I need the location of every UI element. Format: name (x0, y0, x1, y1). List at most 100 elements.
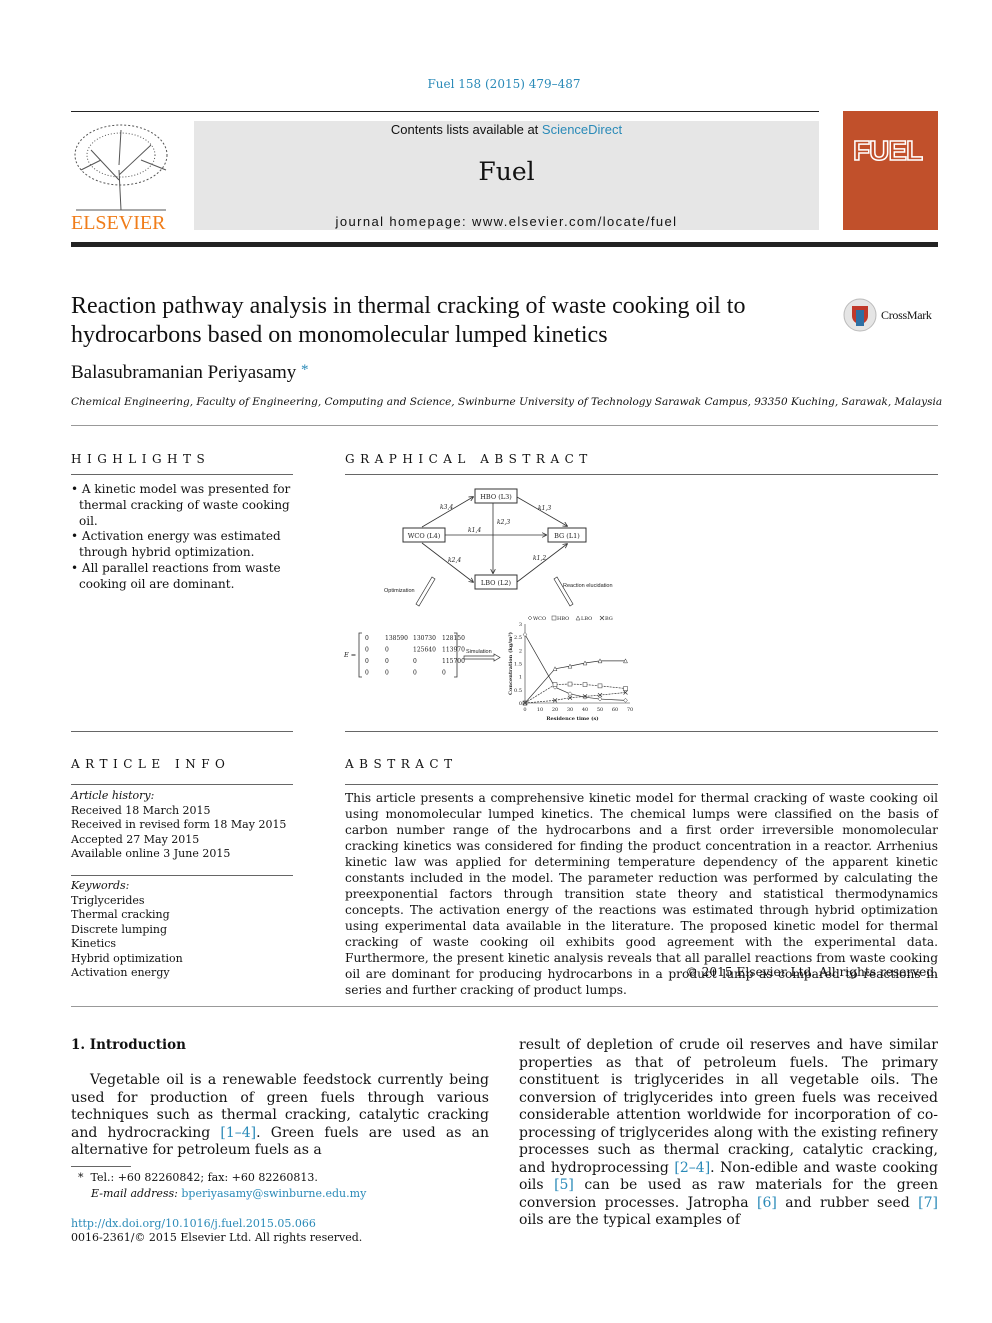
keyword: Hybrid optimization (71, 951, 183, 965)
divider (71, 425, 938, 426)
author-footnote-link[interactable]: * (301, 362, 309, 378)
divider (71, 1006, 938, 1007)
intro-text: and rubber seed (776, 1194, 919, 1211)
highlight-text: All parallel reactions from waste cookin… (79, 560, 281, 591)
matrix-label: E = (343, 651, 356, 659)
section-heading: 1. Introduction (71, 1037, 186, 1053)
x-tick-label: 70 (627, 707, 633, 713)
y-tick-label: 2.5 (514, 635, 522, 641)
graphical-abstract-heading: GRAPHICAL ABSTRACT (345, 452, 593, 466)
divider (71, 875, 293, 876)
y-tick-label: 1 (519, 675, 522, 681)
matrix-cell: 138590 (385, 635, 408, 642)
journal-homepage[interactable]: journal homepage: www.elsevier.com/locat… (194, 214, 819, 229)
history-item: Available online 3 June 2015 (71, 847, 231, 860)
data-point (599, 615, 605, 621)
issn-copyright: 0016-2361/© 2015 Elsevier Ltd. All right… (71, 1231, 363, 1244)
optimization-arrow (415, 576, 436, 607)
affiliation: Chemical Engineering, Faculty of Enginee… (71, 396, 943, 408)
abstract-heading: ABSTRACT (345, 757, 458, 771)
journal-banner: Contents lists available at ScienceDirec… (194, 121, 819, 230)
highlight-text: A kinetic model was presented for therma… (79, 482, 291, 528)
edge-k23: k2,3 (497, 519, 510, 526)
data-point (623, 698, 628, 703)
journal-name: Fuel (478, 157, 535, 186)
y-tick-label: 0.5 (514, 688, 522, 694)
journal-cover: FUEL (843, 111, 938, 230)
doi-link[interactable]: http://dx.doi.org/10.1016/j.fuel.2015.05… (71, 1217, 316, 1232)
divider (71, 784, 293, 785)
x-tick-label: 40 (582, 707, 588, 713)
intro-paragraph-continued: result of depletion of crude oil reserve… (519, 1037, 938, 1230)
contents-prefix: Contents lists available at (390, 122, 542, 137)
article-history: Article history: Received 18 March 2015 … (71, 789, 293, 862)
legend-label: BG (605, 616, 613, 622)
data-point (623, 686, 628, 691)
keyword: Thermal cracking (71, 908, 170, 921)
page: Fuel 158 (2015) 479–487 ELSEVIER Content… (0, 0, 992, 1323)
edge-k12: k1,2 (533, 555, 546, 562)
legend-label: WCO (533, 616, 546, 622)
journal-citation-link[interactable]: Fuel 158 (2015) 479–487 (0, 77, 992, 91)
matrix-cell: 0 (365, 670, 369, 677)
reference-link[interactable]: [5] (554, 1177, 574, 1193)
keywords: Keywords: Triglycerides Thermal cracking… (71, 879, 293, 981)
sciencedirect-link[interactable]: ScienceDirect (542, 122, 622, 137)
divider (345, 731, 938, 732)
intro-text: result of depletion of crude oil reserve… (519, 1037, 938, 1176)
history-label: Article history: (71, 789, 155, 802)
divider (345, 474, 938, 475)
reference-link[interactable]: [6] (757, 1195, 777, 1211)
x-tick-label: 10 (537, 707, 543, 713)
highlight-text: Activation energy was estimated through … (79, 529, 281, 560)
matrix-cell: 0 (385, 658, 389, 665)
cover-title: FUEL (852, 134, 924, 167)
matrix-cell: 0 (365, 658, 369, 665)
reference-link[interactable]: [1–4] (220, 1125, 256, 1141)
footnote-divider (71, 1166, 131, 1167)
divider (345, 784, 938, 785)
edge-k24: k2,4 (448, 557, 461, 564)
keyword: Triglycerides (71, 893, 145, 907)
crossmark-label: CrossMark (881, 307, 932, 322)
x-tick-label: 0 (523, 707, 526, 713)
divider (71, 111, 819, 112)
x-tick-label: 20 (552, 707, 558, 713)
matrix-cell: 128150 (442, 635, 465, 642)
matrix-cell: 115700 (442, 658, 465, 665)
x-axis-label: Residence time (s) (546, 715, 598, 722)
elsevier-logo-text: ELSEVIER (71, 212, 166, 234)
legend-label: LBO (581, 616, 592, 622)
data-point (552, 682, 558, 687)
elsevier-tree-logo (74, 124, 168, 211)
y-axis-label: Concentration (kg/m³) (507, 632, 514, 695)
node-bg-label: BG (L1) (554, 532, 580, 540)
highlight-item: • All parallel reactions from waste cook… (71, 560, 281, 591)
reference-link[interactable]: [2–4] (674, 1160, 710, 1176)
simulation-label: Simulation (466, 649, 492, 655)
node-lbo-label: LBO (L2) (481, 579, 512, 587)
intro-text: oils are the typical examples of (519, 1212, 741, 1228)
crossmark-button[interactable]: CrossMark (843, 298, 932, 332)
reference-link[interactable]: [7] (918, 1195, 938, 1211)
data-point (522, 632, 528, 637)
x-tick-label: 30 (567, 707, 573, 713)
x-tick-label: 60 (612, 707, 618, 713)
intro-paragraph: Vegetable oil is a renewable feedstock c… (71, 1072, 489, 1160)
data-point (567, 691, 573, 697)
keywords-label: Keywords: (71, 879, 130, 892)
matrix-cell: 0 (365, 647, 369, 654)
y-tick-label: 3 (519, 622, 522, 628)
highlights-list: • A kinetic model was presented for ther… (71, 482, 296, 593)
series-line-wco (524, 634, 626, 701)
y-tick-label: 2 (519, 648, 522, 654)
email-link[interactable]: bperiyasamy@swinburne.edu.my (181, 1187, 366, 1200)
data-point (551, 615, 557, 621)
highlight-item: • A kinetic model was presented for ther… (71, 482, 291, 528)
plot-axes (524, 624, 630, 704)
data-point (597, 696, 603, 702)
y-tick-label: 1.5 (514, 662, 522, 668)
data-point (575, 615, 581, 621)
data-point (567, 681, 573, 687)
footnote-mark: * (78, 1171, 84, 1184)
